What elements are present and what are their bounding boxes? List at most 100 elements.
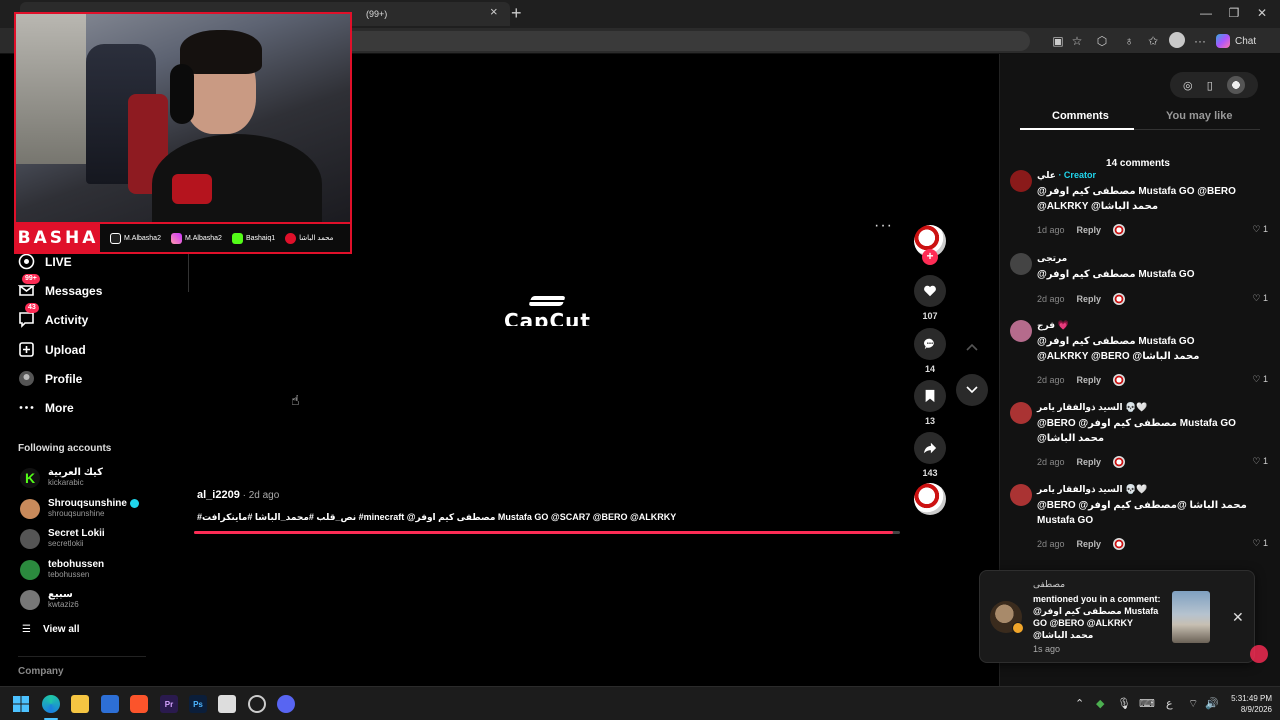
commenter-name[interactable]: السيد ذوالفقار يامر 💀🤍 xyxy=(1037,484,1148,495)
comment-count: 14 xyxy=(924,364,935,374)
volume-icon[interactable]: 🔊 xyxy=(1205,697,1219,710)
tab-close-icon[interactable]: × xyxy=(490,5,500,18)
company-link[interactable]: Company xyxy=(18,666,64,677)
microphone-icon[interactable]: 🎙 xyxy=(1117,697,1131,710)
view-all-button[interactable]: ☰ View all xyxy=(22,624,79,635)
following-account[interactable]: tebohussen tebohussen xyxy=(20,559,104,580)
edge-icon[interactable] xyxy=(42,695,60,713)
photoshop-icon[interactable]: Ps xyxy=(189,695,207,713)
upload-icon xyxy=(18,341,35,358)
commenter-name[interactable]: علي · Creator xyxy=(1037,170,1096,181)
input-language[interactable]: ع xyxy=(1166,697,1173,710)
tab-comments[interactable]: Comments xyxy=(1052,110,1109,122)
following-account[interactable]: سبيع kwtaziz6 xyxy=(20,589,79,610)
reply-button[interactable]: Reply xyxy=(1077,457,1102,467)
comment-button[interactable] xyxy=(914,328,946,360)
capcut-watermark: CapCut xyxy=(504,296,591,326)
comment-meta: 1d ago Reply xyxy=(1037,224,1126,236)
comment-like-button[interactable]: ♡ 1 xyxy=(1252,374,1268,385)
nav-profile[interactable]: Profile xyxy=(18,370,82,387)
account-avatar xyxy=(20,589,40,610)
video-more-button[interactable]: ··· xyxy=(874,217,893,235)
commenter-avatar[interactable] xyxy=(1010,253,1032,275)
system-clock[interactable]: 5:31:49 PM 8/9/2026 xyxy=(1222,693,1272,715)
commenter-name[interactable]: السيد ذوالفقار يامر 💀🤍 xyxy=(1037,402,1148,413)
music-disc[interactable] xyxy=(914,483,946,515)
store-icon[interactable] xyxy=(101,695,119,713)
reply-button[interactable]: Reply xyxy=(1077,225,1102,235)
reply-button[interactable]: Reply xyxy=(1077,375,1102,385)
reply-button[interactable]: Reply xyxy=(1077,294,1102,304)
following-account[interactable]: Secret Lokii secretlokii xyxy=(20,528,105,549)
following-account[interactable]: Shrouqsunshine shrouqsunshine xyxy=(20,498,139,519)
browser-menu-icon[interactable]: ··· xyxy=(1192,33,1208,49)
profile-avatar[interactable] xyxy=(1169,32,1185,48)
share-button[interactable] xyxy=(914,432,946,464)
copilot-chat-button[interactable]: Chat xyxy=(1216,31,1256,51)
maximize-button[interactable]: ❐ xyxy=(1220,4,1248,22)
close-icon[interactable]: ✕ xyxy=(1232,609,1244,626)
nav-more[interactable]: More xyxy=(18,399,74,416)
compass-icon[interactable]: ◎ xyxy=(1183,79,1193,92)
save-count: 13 xyxy=(924,416,935,426)
wifi-icon[interactable]: ⌔ xyxy=(1188,697,1198,711)
discord-icon[interactable] xyxy=(277,695,295,713)
nav-activity[interactable]: 43 Activity xyxy=(18,303,88,328)
favorite-star-icon[interactable]: ☆ xyxy=(1069,33,1085,49)
favorites-icon[interactable]: ✩ xyxy=(1145,33,1161,49)
commenter-avatar[interactable] xyxy=(1010,484,1032,506)
copilot-icon xyxy=(1216,34,1230,48)
video-progress-bar[interactable] xyxy=(194,531,900,534)
file-explorer-icon[interactable] xyxy=(71,695,89,713)
steam-icon[interactable] xyxy=(248,695,266,713)
creator-liked-avatar xyxy=(1113,224,1126,236)
user-avatar[interactable] xyxy=(1226,76,1245,94)
save-button[interactable] xyxy=(914,380,946,412)
like-button[interactable] xyxy=(914,275,946,307)
following-account[interactable]: K كيك العربية kickarabic xyxy=(20,467,103,488)
new-tab-button[interactable]: + xyxy=(511,4,522,22)
mention-notification[interactable]: مصطفى mentioned you in a comment: @مصطفى… xyxy=(979,570,1255,663)
phone-icon[interactable]: ▯ xyxy=(1207,79,1213,92)
minimize-button[interactable]: — xyxy=(1192,4,1220,22)
comment-like-button[interactable]: ♡ 1 xyxy=(1252,538,1268,549)
commenter-name[interactable]: فرج 💗 xyxy=(1037,320,1069,331)
paint-icon[interactable] xyxy=(218,695,236,713)
comment-like-button[interactable]: ♡ 1 xyxy=(1252,224,1268,235)
microphone xyxy=(172,174,212,204)
commenter-name[interactable]: مرتجى xyxy=(1037,253,1067,264)
commenter-avatar[interactable] xyxy=(1010,170,1032,192)
chevron-up-icon[interactable]: ⌃ xyxy=(1075,697,1084,710)
extensions-icon[interactable]: ⬡ xyxy=(1094,33,1110,49)
split-screen-icon[interactable]: ▣ xyxy=(1050,33,1066,49)
close-window-button[interactable]: ✕ xyxy=(1248,4,1276,22)
comment-like-button[interactable]: ♡ 1 xyxy=(1252,456,1268,467)
brave-icon[interactable] xyxy=(130,695,148,713)
url-input[interactable] xyxy=(340,31,1030,51)
previous-video-button[interactable] xyxy=(956,331,988,363)
nav-messages[interactable]: 99+ Messages xyxy=(18,274,102,299)
account-name: Shrouqsunshine xyxy=(48,498,127,509)
video-author[interactable]: al_i2209 xyxy=(197,489,240,501)
network-app-icon[interactable]: ◆ xyxy=(1096,697,1104,710)
follow-plus-button[interactable]: + xyxy=(922,249,938,265)
keyboard-icon[interactable]: ⌨ xyxy=(1139,697,1155,710)
commenter-avatar[interactable] xyxy=(1010,402,1032,424)
nav-upload[interactable]: Upload xyxy=(18,341,86,358)
reply-button[interactable]: Reply xyxy=(1077,539,1102,549)
heart-icon xyxy=(924,285,936,297)
notification-thumbnail xyxy=(1172,591,1210,643)
tab-you-may-like[interactable]: You may like xyxy=(1166,110,1232,122)
nav-separator xyxy=(18,656,146,657)
performance-icon[interactable]: ♁ xyxy=(1121,33,1137,49)
webcam-scene xyxy=(16,14,350,234)
kick-avatar: K xyxy=(20,467,40,488)
next-video-button[interactable] xyxy=(956,374,988,406)
notification-bell-icon[interactable] xyxy=(1250,645,1268,663)
premiere-icon[interactable]: Pr xyxy=(160,695,178,713)
account-name: كيك العربية xyxy=(48,467,103,478)
commenter-avatar[interactable] xyxy=(1010,320,1032,342)
start-button[interactable] xyxy=(12,695,30,713)
comment-like-button[interactable]: ♡ 1 xyxy=(1252,293,1268,304)
nav-live[interactable]: LIVE xyxy=(18,253,72,270)
